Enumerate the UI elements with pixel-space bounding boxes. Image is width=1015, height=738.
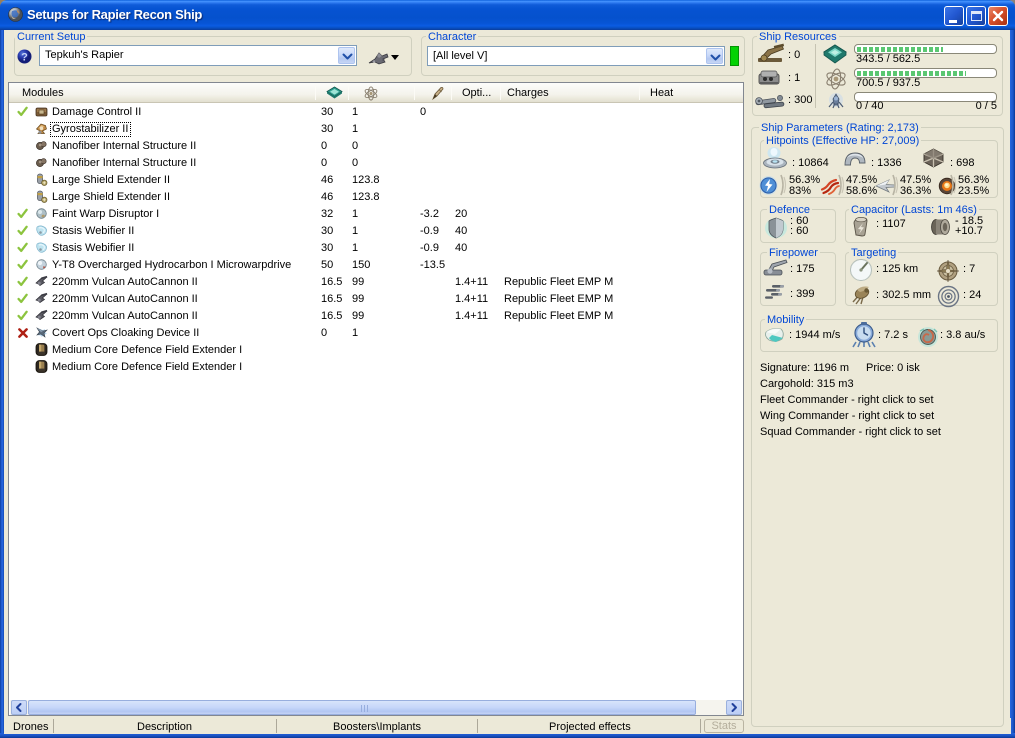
svg-text:?: ?: [21, 52, 28, 64]
